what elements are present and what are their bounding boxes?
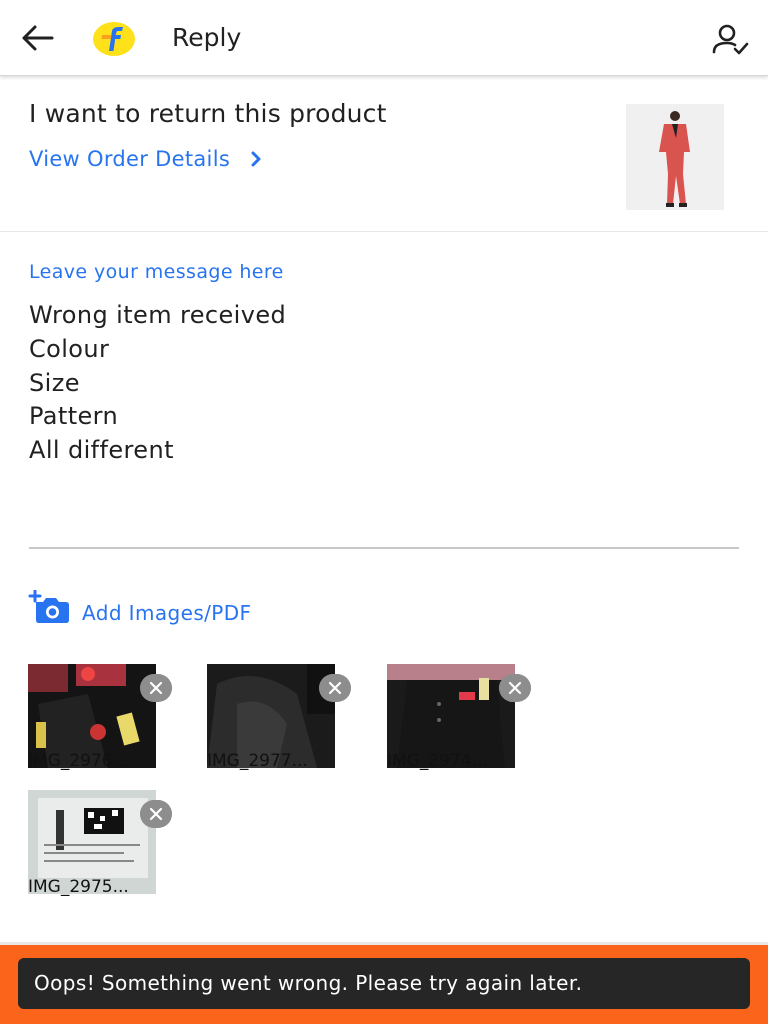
- attachment-thumbnail[interactable]: IMG_2974...: [387, 664, 531, 771]
- message-textarea[interactable]: Wrong item received Colour Size Pattern …: [29, 298, 286, 467]
- request-title: I want to return this product: [29, 99, 387, 128]
- flipkart-logo: [93, 22, 135, 56]
- message-line: Colour: [29, 334, 110, 363]
- view-order-details-link[interactable]: View Order Details: [29, 145, 265, 173]
- chevron-right-icon: [251, 151, 261, 167]
- message-line: Wrong item received: [29, 301, 287, 329]
- view-order-details-label: View Order Details: [29, 147, 231, 171]
- attachment-filename: IMG_2977...: [207, 751, 308, 771]
- attachment-filename: IMG_2976...: [28, 751, 129, 771]
- attachment-thumbnail[interactable]: IMG_2977...: [207, 664, 351, 771]
- remove-attachment-icon[interactable]: [140, 800, 172, 828]
- error-toast: Oops! Something went wrong. Please try a…: [18, 958, 750, 1009]
- remove-attachment-icon[interactable]: [319, 674, 351, 702]
- user-check-icon[interactable]: [710, 22, 750, 56]
- order-summary: I want to return this product View Order…: [0, 77, 768, 232]
- product-thumbnail[interactable]: [626, 104, 724, 210]
- page-title: Reply: [172, 23, 242, 52]
- remove-attachment-icon[interactable]: [140, 674, 172, 702]
- arrow-left-icon[interactable]: [18, 22, 58, 54]
- app-header: Reply: [0, 0, 768, 76]
- add-images-label: Add Images/PDF: [82, 601, 252, 625]
- attachment-thumbnail[interactable]: IMG_2975...: [28, 790, 172, 897]
- message-line: Size: [29, 368, 80, 397]
- error-toast-message: Oops! Something went wrong. Please try a…: [34, 971, 583, 995]
- message-line: All different: [29, 436, 174, 465]
- attachment-filename: IMG_2975...: [28, 877, 129, 897]
- message-label: Leave your message here: [29, 261, 284, 283]
- remove-attachment-icon[interactable]: [499, 674, 531, 702]
- message-line: Pattern: [29, 402, 119, 431]
- message-underline: [29, 547, 739, 549]
- attachment-thumbnail[interactable]: IMG_2976...: [28, 664, 172, 771]
- add-camera-icon: [28, 590, 69, 623]
- attachment-filename: IMG_2974...: [387, 751, 488, 771]
